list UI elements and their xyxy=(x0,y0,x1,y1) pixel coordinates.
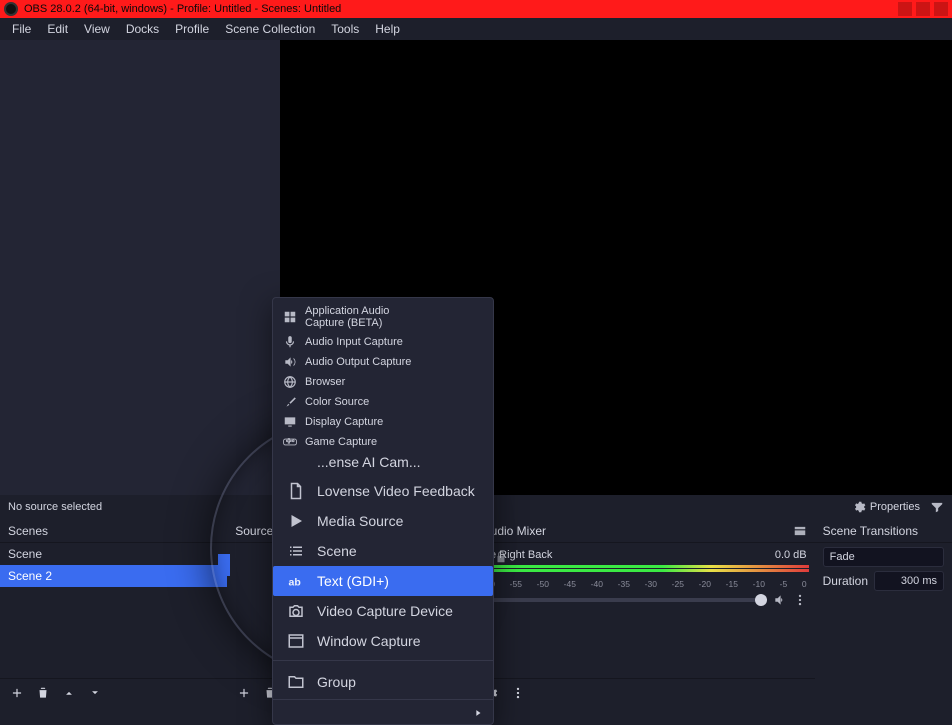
audio-mixer-panel: Audio Mixer Be Right Back 0.0 dB -60-55-… xyxy=(475,519,815,706)
titlebar: OBS 28.0.2 (64-bit, windows) - Profile: … xyxy=(0,0,952,18)
plus-icon xyxy=(237,686,251,700)
chevron-up-icon xyxy=(62,686,76,700)
source-type-group[interactable]: Group xyxy=(273,665,493,695)
source-type-game-capture[interactable]: Game Capture xyxy=(273,432,435,452)
source-type-video-capture[interactable]: Video Capture Device xyxy=(273,596,493,626)
move-scene-up-button[interactable] xyxy=(58,682,80,704)
scenes-title: Scenes xyxy=(8,524,48,538)
mixer-channel: Be Right Back 0.0 dB -60-55-50-45-40-35-… xyxy=(475,543,815,613)
duration-label: Duration xyxy=(823,574,868,588)
menubar: File Edit View Docks Profile Scene Colle… xyxy=(0,18,952,40)
svg-text:ab: ab xyxy=(289,577,301,589)
source-type-color[interactable]: Color Source xyxy=(273,392,435,412)
mixer-menu-button[interactable] xyxy=(507,682,529,704)
menu-scene-collection[interactable]: Scene Collection xyxy=(217,19,323,39)
maximize-button[interactable] xyxy=(916,2,930,16)
add-source-button[interactable] xyxy=(233,682,255,704)
menu-help[interactable]: Help xyxy=(367,19,408,39)
preview-guide-left xyxy=(0,40,280,495)
play-icon xyxy=(287,512,305,530)
scene-transitions-panel: Scene Transitions Fade Duration 300 ms xyxy=(815,519,952,706)
scenes-panel: Scenes Scene Scene 2 xyxy=(0,519,227,706)
speaker-icon xyxy=(283,355,297,369)
scene-item[interactable]: Scene 2 xyxy=(0,565,227,587)
source-type-app-audio[interactable]: Application Audio Capture (BETA) xyxy=(273,302,435,332)
source-type-lovense-video[interactable]: Lovense Video Feedback xyxy=(273,476,493,506)
source-type-display-capture[interactable]: Display Capture xyxy=(273,412,435,432)
volume-slider[interactable] xyxy=(483,598,767,602)
speaker-icon[interactable] xyxy=(773,593,787,607)
source-type-browser[interactable]: Browser xyxy=(273,372,435,392)
menu-profile[interactable]: Profile xyxy=(167,19,217,39)
minimize-button[interactable] xyxy=(898,2,912,16)
menu-file[interactable]: File xyxy=(4,19,39,39)
submenu-arrow-icon xyxy=(473,708,483,718)
add-source-context-menu: Application Audio Capture (BETA) Audio I… xyxy=(272,297,494,725)
checkerboard-icon xyxy=(283,310,297,324)
add-scene-button[interactable] xyxy=(6,682,28,704)
file-icon xyxy=(287,482,305,500)
slider-handle[interactable] xyxy=(755,594,767,606)
kebab-icon xyxy=(511,686,525,700)
gear-icon xyxy=(852,500,866,514)
window-title: OBS 28.0.2 (64-bit, windows) - Profile: … xyxy=(24,3,341,15)
transitions-title: Scene Transitions xyxy=(823,524,918,538)
app-icon xyxy=(4,2,18,16)
list-icon xyxy=(287,542,305,560)
scene-item[interactable]: Scene xyxy=(0,543,227,565)
camera-icon xyxy=(287,602,305,620)
folder-icon xyxy=(287,673,305,691)
source-type-audio-input[interactable]: Audio Input Capture xyxy=(273,332,435,352)
channel-level: 0.0 dB xyxy=(775,549,807,561)
properties-label: Properties xyxy=(870,501,920,513)
menu-docks[interactable]: Docks xyxy=(118,19,167,39)
source-selection-indicator xyxy=(218,554,230,576)
lock-icon[interactable] xyxy=(494,550,508,564)
meter-ticks: -60-55-50-45-40-35-30-25-20-15-10-50 xyxy=(483,579,807,589)
globe-icon xyxy=(283,375,297,389)
plus-icon xyxy=(10,686,24,700)
monitor-icon xyxy=(283,415,297,429)
kebab-icon[interactable] xyxy=(793,593,807,607)
text-ab-icon: ab xyxy=(287,572,305,590)
duration-input[interactable]: 300 ms xyxy=(874,571,944,591)
transition-current: Fade xyxy=(830,551,855,563)
transition-select[interactable]: Fade xyxy=(823,547,944,567)
gamepad-icon xyxy=(283,435,297,449)
source-type-scene[interactable]: Scene xyxy=(273,536,493,566)
mic-icon xyxy=(283,335,297,349)
volume-meter xyxy=(483,565,809,577)
delete-scene-button[interactable] xyxy=(32,682,54,704)
move-scene-down-button[interactable] xyxy=(84,682,106,704)
source-type-text-gdi[interactable]: abText (GDI+) xyxy=(273,566,493,596)
dock-options-icon[interactable] xyxy=(793,524,807,538)
close-button[interactable] xyxy=(934,2,948,16)
menu-edit[interactable]: Edit xyxy=(39,19,76,39)
properties-button[interactable]: Properties xyxy=(852,500,920,514)
chevron-down-icon xyxy=(88,686,102,700)
menu-tools[interactable]: Tools xyxy=(323,19,367,39)
source-type-window-capture[interactable]: Window Capture xyxy=(273,626,493,656)
filters-icon[interactable] xyxy=(930,500,944,514)
source-status: No source selected xyxy=(8,501,102,513)
brush-icon xyxy=(283,395,297,409)
menu-view[interactable]: View xyxy=(76,19,118,39)
source-type-lovense-ai-cam[interactable]: ...ense AI Cam... xyxy=(273,452,493,476)
window-icon xyxy=(287,632,305,650)
source-type-audio-output[interactable]: Audio Output Capture xyxy=(273,352,435,372)
trash-icon xyxy=(36,686,50,700)
source-type-media[interactable]: Media Source xyxy=(273,506,493,536)
